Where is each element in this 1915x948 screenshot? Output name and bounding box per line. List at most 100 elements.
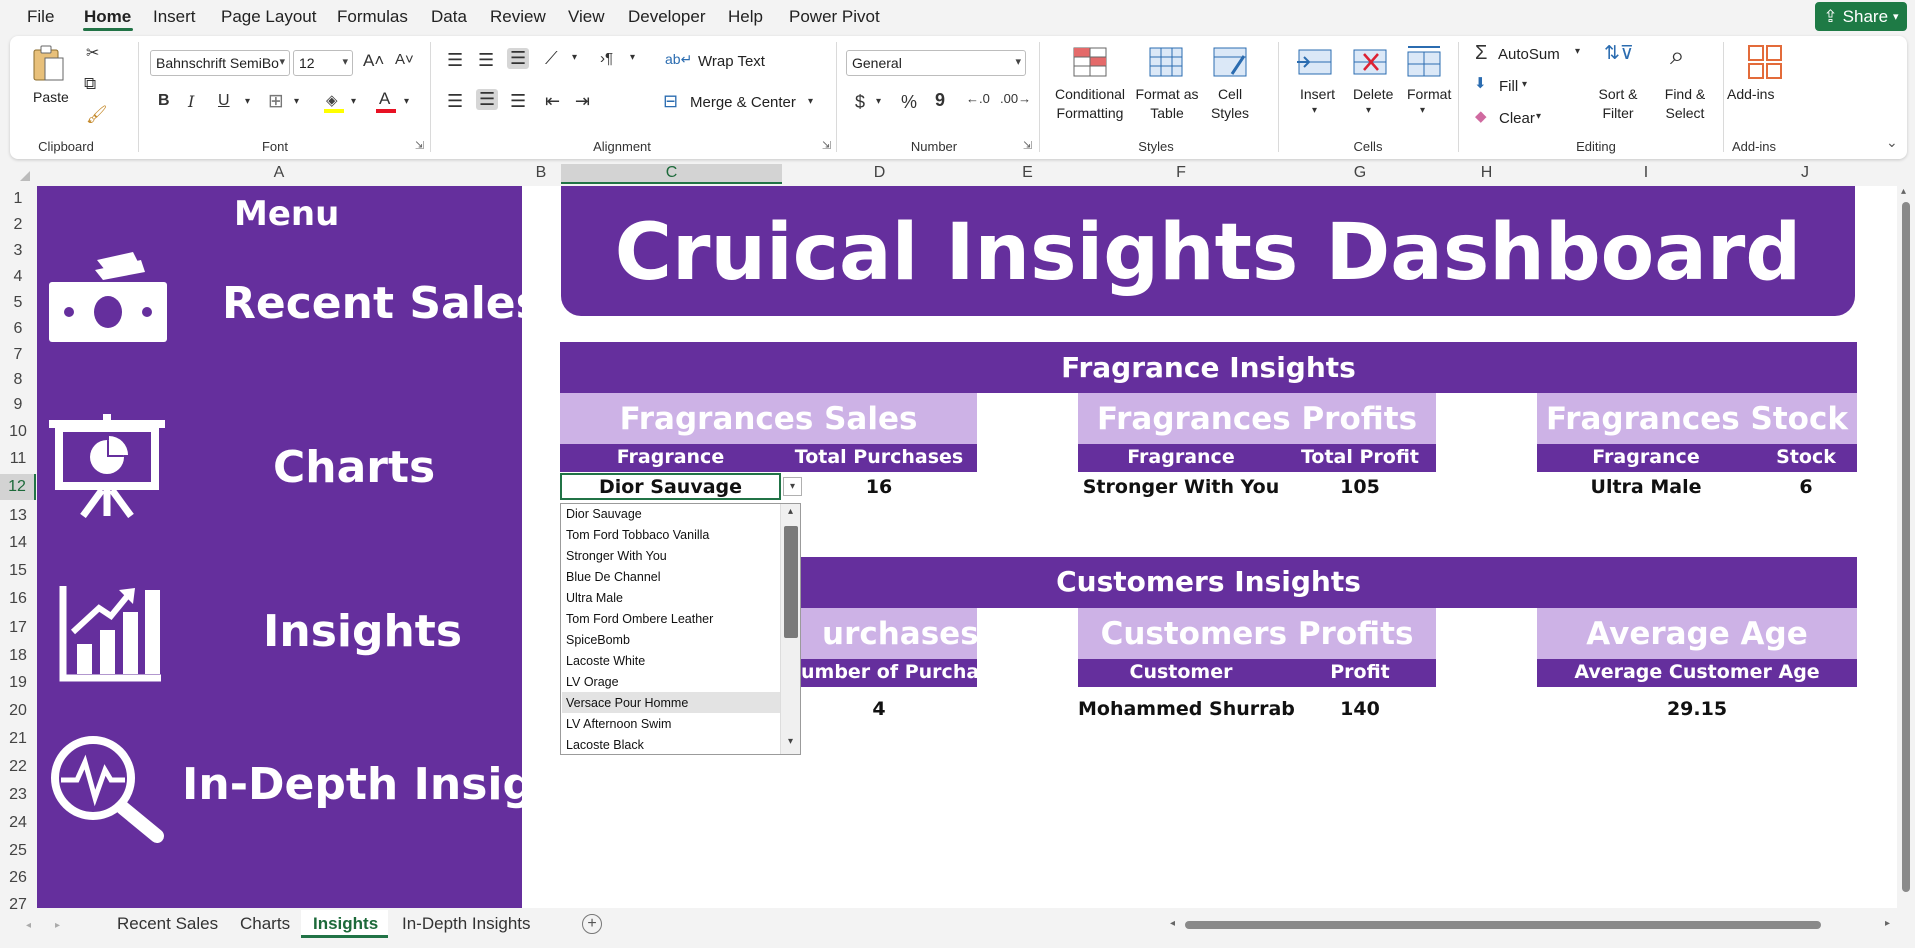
font-color-button[interactable]: A: [375, 89, 397, 113]
growth-chart-icon[interactable]: [59, 582, 164, 682]
align-top-icon[interactable]: ☰: [447, 50, 463, 71]
font-size-select[interactable]: 12 ▾: [293, 50, 353, 76]
column-header-d[interactable]: D: [782, 164, 977, 184]
menu-item-in-depth-insights[interactable]: In-Depth Insights: [182, 759, 613, 810]
select-all-corner[interactable]: [0, 164, 36, 184]
copy-icon[interactable]: ⧉: [84, 74, 96, 94]
tab-page-layout[interactable]: Page Layout: [221, 7, 316, 27]
fill-color-button[interactable]: ◈: [323, 91, 345, 113]
row-header[interactable]: 19: [0, 670, 36, 696]
decrease-indent-icon[interactable]: ⇤: [545, 91, 560, 112]
row-header[interactable]: 22: [0, 754, 36, 780]
dropdown-item[interactable]: Tom Ford Tobbaco Vanilla: [566, 528, 709, 542]
row-header[interactable]: 3: [0, 238, 36, 264]
chevron-down-icon[interactable]: ▾: [783, 736, 798, 750]
row-header[interactable]: 18: [0, 643, 36, 669]
chevron-up-icon[interactable]: ▴: [783, 506, 798, 520]
tab-power-pivot[interactable]: Power Pivot: [789, 7, 880, 27]
increase-decimal-icon[interactable]: ←.0: [966, 91, 990, 106]
dropdown-item[interactable]: LV Afternoon Swim: [566, 717, 671, 731]
menu-item-charts[interactable]: Charts: [273, 442, 435, 493]
row-header[interactable]: 6: [0, 316, 36, 342]
scroll-left-icon[interactable]: ◂: [1170, 918, 1175, 929]
paste-button[interactable]: [30, 44, 66, 84]
tab-data[interactable]: Data: [431, 7, 467, 27]
align-right-icon[interactable]: ☰: [510, 91, 526, 112]
fill-button[interactable]: Fill: [1499, 78, 1518, 95]
sheet-tab-in-depth-insights[interactable]: In-Depth Insights: [402, 914, 531, 934]
wrap-text-button[interactable]: Wrap Text: [698, 53, 765, 70]
bold-button[interactable]: B: [158, 92, 170, 110]
chevron-down-icon[interactable]: ▾: [1312, 105, 1317, 116]
row-header[interactable]: 14: [0, 530, 36, 556]
menu-item-insights[interactable]: Insights: [263, 606, 462, 657]
tab-developer[interactable]: Developer: [628, 7, 706, 27]
sheet-tab-recent-sales[interactable]: Recent Sales: [117, 914, 218, 934]
column-header-c[interactable]: C: [561, 164, 782, 184]
align-bottom-icon[interactable]: ☰: [507, 48, 530, 69]
shrink-font-icon[interactable]: A˅: [395, 51, 414, 68]
row-header[interactable]: 26: [0, 865, 36, 891]
row-header[interactable]: 20: [0, 698, 36, 724]
dropdown-item[interactable]: LV Orage: [566, 675, 619, 689]
tab-home[interactable]: Home: [84, 7, 131, 27]
share-button[interactable]: ⇪ Share ▾: [1815, 2, 1907, 31]
cut-icon[interactable]: ✂: [86, 43, 99, 63]
row-header[interactable]: 11: [0, 446, 36, 472]
row-header[interactable]: 17: [0, 615, 36, 641]
chevron-down-icon[interactable]: ▾: [1536, 111, 1541, 122]
row-header[interactable]: 5: [0, 290, 36, 316]
row-header[interactable]: 4: [0, 264, 36, 290]
autosum-button[interactable]: AutoSum: [1498, 46, 1560, 63]
row-header[interactable]: 2: [0, 212, 36, 238]
tab-review[interactable]: Review: [490, 7, 546, 27]
align-center-icon[interactable]: ☰: [476, 89, 499, 110]
chevron-up-icon[interactable]: ▴: [1901, 186, 1906, 197]
add-sheet-button[interactable]: +: [582, 914, 602, 934]
collapse-ribbon-icon[interactable]: ⌄: [1886, 134, 1898, 151]
tab-view[interactable]: View: [568, 7, 605, 27]
magnifier-pulse-icon[interactable]: [47, 732, 165, 844]
chevron-down-icon[interactable]: ▾: [876, 96, 881, 107]
dropdown-item[interactable]: Tom Ford Ombere Leather: [566, 612, 713, 626]
format-as-table-button[interactable]: [1146, 44, 1186, 80]
orientation-icon[interactable]: ⟋: [545, 48, 558, 69]
dropdown-item[interactable]: Dior Sauvage: [566, 507, 642, 521]
menu-item-recent-sales[interactable]: Recent Sales: [222, 278, 542, 329]
decrease-decimal-icon[interactable]: .00→: [1000, 91, 1031, 106]
column-header-e[interactable]: E: [977, 164, 1078, 184]
row-header[interactable]: 7: [0, 342, 36, 368]
column-header-b[interactable]: B: [521, 164, 561, 184]
tab-file[interactable]: File: [27, 7, 54, 27]
column-header-g[interactable]: G: [1284, 164, 1436, 184]
dropdown-item[interactable]: Lacoste White: [566, 654, 645, 668]
chevron-down-icon[interactable]: ▾: [351, 96, 356, 107]
dropdown-item[interactable]: Versace Pour Homme: [566, 696, 688, 710]
column-header-i[interactable]: I: [1537, 164, 1755, 184]
fragrance-dropdown-list[interactable]: Dior Sauvage Tom Ford Tobbaco Vanilla Stro…: [560, 503, 801, 755]
dropdown-item[interactable]: Lacoste Black: [566, 738, 644, 752]
merge-center-button[interactable]: Merge & Center: [690, 94, 796, 111]
row-header[interactable]: 12: [0, 474, 36, 500]
dropdown-scrollbar[interactable]: ▴ ▾: [780, 504, 800, 754]
row-header[interactable]: 9: [0, 392, 36, 418]
column-header-h[interactable]: H: [1436, 164, 1537, 184]
cell-styles-button[interactable]: [1210, 44, 1250, 80]
sort-filter-button[interactable]: Sort & Filter: [1592, 85, 1644, 123]
sheet-tab-charts[interactable]: Charts: [240, 914, 290, 934]
chevron-down-icon[interactable]: ▾: [1575, 46, 1580, 57]
conditional-formatting-button[interactable]: [1070, 44, 1110, 80]
row-header[interactable]: 23: [0, 782, 36, 808]
row-header[interactable]: 24: [0, 810, 36, 836]
tab-help[interactable]: Help: [728, 7, 763, 27]
money-icon[interactable]: [45, 252, 170, 348]
row-header[interactable]: 8: [0, 367, 36, 393]
vertical-scrollbar[interactable]: ▴: [1897, 186, 1915, 908]
delete-cells-button[interactable]: [1350, 44, 1390, 80]
dropdown-item[interactable]: Blue De Channel: [566, 570, 661, 584]
percent-button[interactable]: %: [901, 92, 917, 113]
align-middle-icon[interactable]: ☰: [478, 50, 494, 71]
row-header[interactable]: 10: [0, 419, 36, 445]
sheet-tab-insights[interactable]: Insights: [313, 914, 378, 934]
dialog-launcher-icon[interactable]: ⇲: [415, 139, 424, 152]
